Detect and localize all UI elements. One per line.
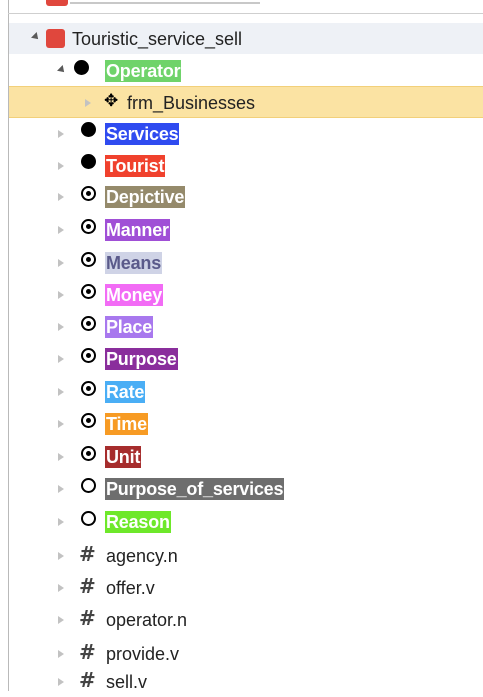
- tree-node-unit[interactable]: Unit: [9, 441, 483, 472]
- peripheral-element-dot-icon: [81, 219, 96, 234]
- tree-node-sell-v[interactable]: # sell.v: [9, 666, 483, 697]
- partial-node-icon: [46, 0, 68, 6]
- expand-toggle-closed-icon[interactable]: [58, 420, 64, 428]
- tree-node-provide-v[interactable]: # provide.v: [9, 638, 483, 669]
- place-label: Place: [105, 316, 154, 338]
- root-label: Touristic_service_sell: [72, 29, 243, 49]
- tree-node-operator[interactable]: Operator: [9, 55, 483, 86]
- tree-node-operator-n[interactable]: # operator.n: [9, 604, 483, 635]
- tree-node-manner[interactable]: Manner: [9, 214, 483, 245]
- tree-node-means[interactable]: Means: [9, 247, 483, 278]
- expand-toggle-closed-icon[interactable]: [58, 193, 64, 201]
- extra-thematic-dot-icon: [81, 478, 96, 493]
- peripheral-element-dot-icon: [81, 381, 96, 396]
- partial-node-label: [70, 2, 260, 4]
- extra-thematic-dot-icon: [81, 511, 96, 526]
- expand-toggle-closed-icon[interactable]: [58, 678, 64, 686]
- expand-toggle-closed-icon[interactable]: [58, 323, 64, 331]
- expand-toggle-closed-icon[interactable]: [58, 130, 64, 138]
- offer-v-label: offer.v: [106, 578, 155, 598]
- manner-label: Manner: [105, 219, 170, 241]
- tree-node-reason[interactable]: Reason: [9, 506, 483, 537]
- expand-toggle-closed-icon[interactable]: [58, 162, 64, 170]
- tree-node-time[interactable]: Time: [9, 408, 483, 439]
- money-label: Money: [105, 284, 164, 306]
- unit-label: Unit: [105, 446, 142, 468]
- tree-node-agency-n[interactable]: # agency.n: [9, 540, 483, 571]
- tree-node-purpose[interactable]: Purpose: [9, 343, 483, 374]
- tree-root-row[interactable]: Touristic_service_sell: [9, 23, 483, 54]
- expand-toggle-closed-icon[interactable]: [58, 388, 64, 396]
- core-element-dot-icon: [81, 122, 96, 137]
- hash-icon: #: [79, 668, 96, 692]
- core-element-dot-icon: [81, 154, 96, 169]
- sell-v-label: sell.v: [106, 672, 148, 692]
- core-element-dot-icon: [74, 60, 89, 75]
- panel-top-border: [8, 13, 483, 14]
- tree-node-place[interactable]: Place: [9, 311, 483, 342]
- expand-toggle-open-icon[interactable]: [31, 32, 41, 42]
- expand-toggle-closed-icon[interactable]: [58, 485, 64, 493]
- expand-toggle-closed-icon[interactable]: [58, 291, 64, 299]
- depictive-label: Depictive: [105, 186, 186, 208]
- expand-toggle-closed-icon[interactable]: [58, 552, 64, 560]
- expand-toggle-closed-icon[interactable]: [58, 355, 64, 363]
- peripheral-element-dot-icon: [81, 186, 96, 201]
- peripheral-element-dot-icon: [81, 252, 96, 267]
- rate-label: Rate: [105, 381, 146, 403]
- provide-v-label: provide.v: [106, 644, 180, 664]
- expand-toggle-closed-icon[interactable]: [58, 616, 64, 624]
- tree-node-purpose-of-services[interactable]: Purpose_of_services: [9, 473, 483, 504]
- means-label: Means: [105, 252, 163, 274]
- time-label: Time: [105, 413, 148, 435]
- tree-node-money[interactable]: Money: [9, 279, 483, 310]
- tourist-label: Tourist: [105, 155, 166, 177]
- peripheral-element-dot-icon: [81, 413, 96, 428]
- tree-node-tourist[interactable]: Tourist: [9, 150, 483, 181]
- expand-toggle-closed-icon[interactable]: [58, 453, 64, 461]
- peripheral-element-dot-icon: [81, 316, 96, 331]
- expand-toggle-closed-icon[interactable]: [58, 259, 64, 267]
- tree-node-rate[interactable]: Rate: [9, 376, 483, 407]
- crosshair-icon: ✥: [104, 91, 119, 111]
- hash-icon: #: [79, 574, 96, 598]
- operator-n-label: operator.n: [106, 610, 188, 630]
- agency-n-label: agency.n: [106, 546, 178, 566]
- peripheral-element-dot-icon: [81, 348, 96, 363]
- purpose-of-services-label: Purpose_of_services: [105, 478, 285, 500]
- hash-icon: #: [79, 542, 96, 566]
- expand-toggle-closed-icon[interactable]: [58, 584, 64, 592]
- frm-businesses-label: frm_Businesses: [127, 93, 256, 113]
- tree-node-offer-v[interactable]: # offer.v: [9, 572, 483, 603]
- purpose-label: Purpose: [105, 348, 178, 370]
- frame-square-icon: [46, 29, 65, 48]
- tree-node-frm-businesses[interactable]: ✥ frm_Businesses: [9, 86, 483, 118]
- expand-toggle-closed-icon[interactable]: [58, 650, 64, 658]
- operator-label: Operator: [105, 60, 182, 82]
- tree-node-depictive[interactable]: Depictive: [9, 181, 483, 212]
- expand-toggle-closed-icon[interactable]: [58, 226, 64, 234]
- tree-node-services[interactable]: Services: [9, 118, 483, 149]
- expand-toggle-open-icon[interactable]: [57, 65, 67, 75]
- services-label: Services: [105, 123, 180, 145]
- peripheral-element-dot-icon: [81, 446, 96, 461]
- hash-icon: #: [79, 606, 96, 630]
- hash-icon: #: [79, 640, 96, 664]
- expand-toggle-closed-icon[interactable]: [58, 518, 64, 526]
- expand-toggle-closed-icon[interactable]: [85, 99, 91, 107]
- reason-label: Reason: [105, 511, 171, 533]
- peripheral-element-dot-icon: [81, 284, 96, 299]
